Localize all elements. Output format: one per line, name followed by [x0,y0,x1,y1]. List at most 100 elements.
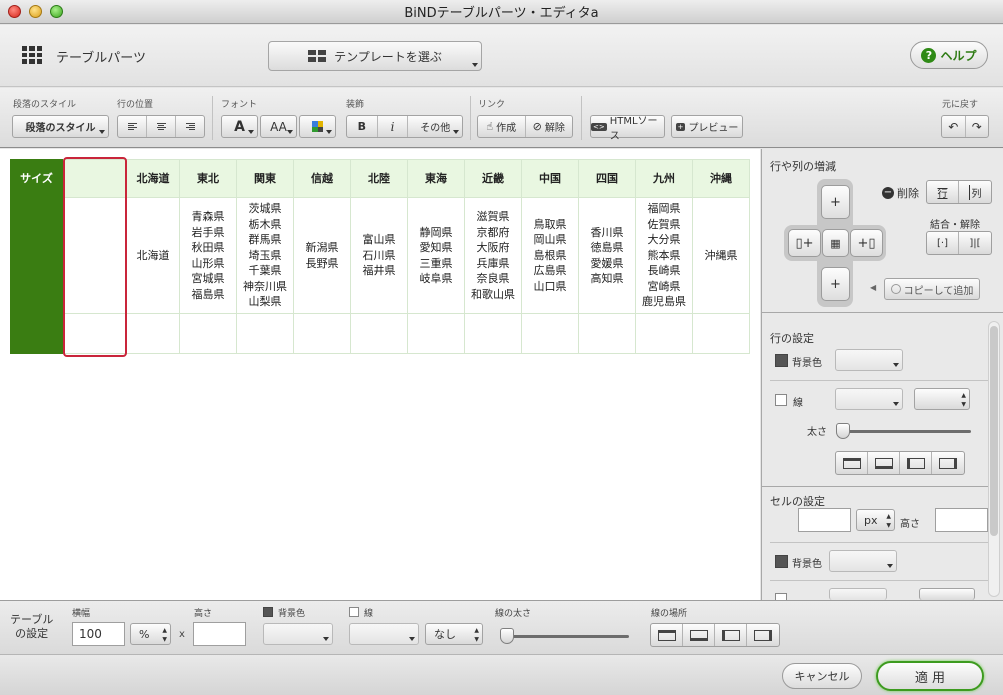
cancel-button[interactable]: キャンセル [782,663,862,689]
table-bgcolor-swatch[interactable] [263,607,273,617]
preview-button[interactable]: + プレビュー [671,115,743,138]
font-color-button[interactable] [299,115,336,138]
empty-cell[interactable] [521,313,579,354]
table-line-color-dropdown[interactable] [349,623,419,645]
apply-button[interactable]: 適 用 [876,661,984,691]
header-cell[interactable]: 関東 [236,159,294,198]
selected-empty-header-cell[interactable] [62,159,127,198]
prefecture-cell[interactable]: 新潟県 長野県 [293,197,351,314]
empty-cell[interactable] [293,313,351,354]
header-cell[interactable]: 東北 [179,159,237,198]
cell-width-input[interactable] [798,508,851,532]
other-decoration-button[interactable]: その他 [408,116,462,137]
delete-row-button[interactable]: 行 [927,181,959,203]
add-row-below-button[interactable]: + [821,267,850,301]
empty-cell[interactable] [350,313,408,354]
align-left-button[interactable] [118,116,147,137]
cell-line-color-dropdown[interactable] [829,588,887,600]
undo-button[interactable]: ↶ [942,116,966,137]
prefecture-cell[interactable]: 茨城県 栃木県 群馬県 埼玉県 千葉県 神奈川県 山梨県 [236,197,294,314]
green-side-cell[interactable] [10,313,63,354]
prefecture-cell[interactable]: 香川県 徳島県 愛媛県 高知県 [578,197,636,314]
prefecture-cell[interactable]: 鳥取県 岡山県 島根県 広島県 山口県 [521,197,579,314]
font-style-button[interactable]: A [221,115,258,138]
prefecture-cell[interactable]: 沖縄県 [692,197,750,314]
empty-cell[interactable] [578,313,636,354]
row-line-color-dropdown[interactable] [835,388,903,410]
width-unit-stepper[interactable]: % ▲ ▼ [130,623,171,645]
table-bgcolor-dropdown[interactable] [263,623,333,645]
font-size-button[interactable]: AA [260,115,297,138]
prefecture-cell[interactable]: 福岡県 佐賀県 大分県 熊本県 長崎県 宮崎県 鹿児島県 [635,197,693,314]
line-top-button[interactable] [651,624,683,646]
header-cell[interactable]: 北海道 [126,159,180,198]
redo-button[interactable]: ↷ [966,116,989,137]
row-bgcolor-dropdown[interactable] [835,349,903,371]
add-col-left-button[interactable]: ▯+ [788,229,821,257]
prefecture-cell[interactable]: 青森県 岩手県 秋田県 山形県 宮城県 福島県 [179,197,237,314]
line-bottom-button[interactable] [868,452,900,474]
empty-cell[interactable] [179,313,237,354]
line-bottom-button[interactable] [683,624,715,646]
choose-template-button[interactable]: テンプレートを選ぶ [268,41,482,71]
add-col-right-button[interactable]: +▯ [850,229,883,257]
line-top-button[interactable] [836,452,868,474]
table-height-input[interactable] [193,622,246,646]
size-cell[interactable]: サイズ [10,159,63,198]
cell-line-style-stepper[interactable] [919,588,975,600]
line-left-button[interactable] [715,624,747,646]
line-thickness-thumb[interactable] [500,628,514,644]
row-line-style-stepper[interactable]: ▲ ▼ [914,388,970,410]
empty-cell[interactable] [692,313,750,354]
cell-bgcolor-dropdown[interactable] [829,550,897,572]
prefecture-cell[interactable]: 北海道 [126,197,180,314]
empty-cell[interactable] [407,313,465,354]
empty-cell[interactable] [464,313,522,354]
bold-button[interactable]: B [347,116,378,137]
row-thickness-thumb[interactable] [836,423,850,439]
cell-bgcolor-swatch[interactable] [775,555,788,568]
line-right-button[interactable] [747,624,779,646]
cell-unit-stepper[interactable]: px ▲ ▼ [856,509,895,531]
empty-cell[interactable] [126,313,180,354]
table-width-input[interactable]: 100 [72,622,125,646]
prefecture-cell[interactable]: 滋賀県 京都府 大阪府 兵庫県 奈良県 和歌山県 [464,197,522,314]
minimize-window-button[interactable] [29,5,42,18]
header-cell[interactable]: 中国 [521,159,579,198]
header-cell[interactable]: 信越 [293,159,351,198]
italic-button[interactable]: i [378,116,409,137]
line-left-button[interactable] [900,452,932,474]
header-cell[interactable]: 近畿 [464,159,522,198]
remove-link-button[interactable]: ⊘ 解除 [526,116,573,137]
row-bgcolor-swatch[interactable] [775,354,788,367]
prefecture-cell[interactable]: 富山県 石川県 福井県 [350,197,408,314]
cell-height-input[interactable] [935,508,988,532]
table-line-style-stepper[interactable]: なし ▲ ▼ [425,623,483,645]
selected-empty-cell[interactable] [62,313,127,354]
green-side-cell[interactable] [10,197,63,314]
create-link-button[interactable]: ☝ 作成 [478,116,526,137]
line-right-button[interactable] [932,452,964,474]
table-center-button[interactable]: ▦ [822,229,849,257]
delete-col-button[interactable]: 列 [959,181,991,203]
html-source-button[interactable]: <> HTMLソース [590,115,665,142]
prefecture-cell[interactable]: 静岡県 愛知県 三重県 岐阜県 [407,197,465,314]
empty-cell[interactable] [635,313,693,354]
row-line-checkbox[interactable] [775,394,787,406]
header-cell[interactable]: 北陸 [350,159,408,198]
header-cell[interactable]: 九州 [635,159,693,198]
align-center-button[interactable] [147,116,176,137]
para-style-dropdown[interactable]: 段落のスタイル [12,115,109,138]
align-right-button[interactable] [176,116,204,137]
help-button[interactable]: ? ヘルプ [910,41,988,69]
header-cell[interactable]: 四国 [578,159,636,198]
header-cell[interactable]: 沖縄 [692,159,750,198]
copy-add-button[interactable]: コピーして追加 [884,278,980,300]
merge-cells-button[interactable]: [·] [927,232,959,254]
close-window-button[interactable] [8,5,21,18]
split-cells-button[interactable]: ]|[ [959,232,991,254]
table-line-checkbox[interactable] [349,607,359,617]
panel-scroll-thumb[interactable] [990,326,998,536]
panel-scrollbar[interactable] [988,321,1000,597]
add-row-above-button[interactable]: + [821,185,850,219]
